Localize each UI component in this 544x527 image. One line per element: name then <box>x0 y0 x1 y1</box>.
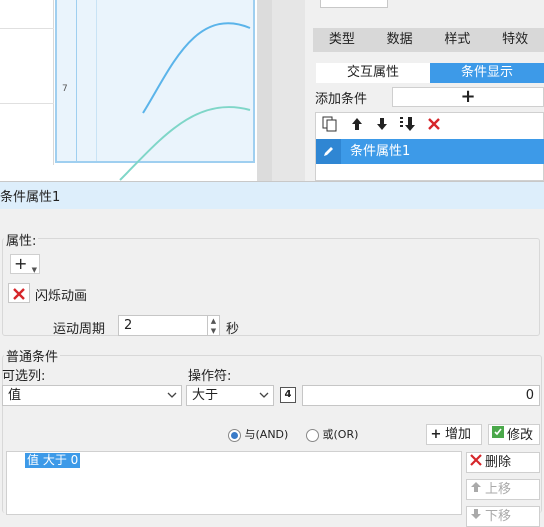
attribute-group-label: 属性: <box>4 230 39 249</box>
move-up-button-label: 上移 <box>485 482 512 497</box>
move-up-button[interactable]: 上移 <box>466 479 540 500</box>
add-condition-button[interactable]: + <box>392 87 544 107</box>
close-icon <box>467 453 485 472</box>
plus-icon: + <box>14 254 28 273</box>
period-input[interactable]: 2 <box>118 315 208 336</box>
delete-icon[interactable] <box>424 116 444 136</box>
dialog-title: 条件属性1 <box>0 190 61 205</box>
delete-button-label: 删除 <box>485 455 512 470</box>
move-down-button[interactable]: 下移 <box>466 506 540 527</box>
effect-subtabs: 交互属性 条件显示 <box>316 63 544 83</box>
operator-select[interactable]: 大于 <box>186 385 274 406</box>
effect-name: 闪烁动画 <box>35 289 88 304</box>
remove-effect-button[interactable] <box>8 283 30 303</box>
radio-or[interactable]: 或(OR) <box>306 427 358 443</box>
chevron-down-icon[interactable] <box>163 386 181 406</box>
copy-icon[interactable] <box>320 116 340 136</box>
subtab-condition-display[interactable]: 条件显示 <box>430 63 544 83</box>
move-down-button-label: 下移 <box>485 509 512 524</box>
column-label: 可选列: <box>2 369 46 384</box>
chart-series-line <box>142 22 251 114</box>
add-attribute-dropdown[interactable]: + ▼ <box>10 254 40 274</box>
operator-label: 操作符: <box>188 369 232 384</box>
subtab-interaction[interactable]: 交互属性 <box>316 63 430 83</box>
radio-and-label: 与(AND) <box>244 428 289 441</box>
plus-icon: + <box>430 427 442 442</box>
parameter-type-badge[interactable]: 4 <box>280 387 296 403</box>
arrow-up-icon[interactable] <box>347 116 367 136</box>
period-unit: 秒 <box>226 322 240 337</box>
delete-button[interactable]: 删除 <box>466 452 540 473</box>
property-tabs: 类型 数据 样式 特效 <box>313 28 544 52</box>
chevron-down-icon[interactable] <box>255 386 273 406</box>
period-label: 运动周期 <box>53 322 106 337</box>
condition-list-item[interactable]: 条件属性1 <box>316 139 544 164</box>
radio-or-label: 或(OR) <box>322 428 359 441</box>
radio-or-indicator[interactable] <box>306 428 319 442</box>
radio-and-indicator[interactable] <box>228 428 241 442</box>
operator-select-value: 大于 <box>192 388 219 403</box>
radio-and[interactable]: 与(AND) <box>228 427 288 443</box>
modify-button[interactable]: 修改 <box>488 424 540 445</box>
panel-input-field[interactable] <box>320 0 388 8</box>
tab-style[interactable]: 样式 <box>429 28 487 52</box>
common-condition-label: 普通条件 <box>4 346 61 365</box>
period-spinner[interactable]: ▲ ▼ <box>207 315 220 336</box>
arrow-down-icon <box>467 507 485 526</box>
dialog-title-bar <box>0 182 544 209</box>
compare-value-input[interactable]: 0 <box>302 385 540 406</box>
column-select[interactable]: 值 <box>2 385 182 406</box>
arrow-up-icon <box>467 480 485 499</box>
move-bottom-icon[interactable] <box>398 116 418 136</box>
condition-list[interactable]: 值 大于 0 <box>6 451 462 515</box>
chevron-down-icon: ▼ <box>31 266 37 274</box>
spin-up-icon[interactable]: ▲ <box>208 316 219 326</box>
add-button[interactable]: + 增加 <box>426 424 482 445</box>
tab-effects[interactable]: 特效 <box>486 28 544 52</box>
list-item[interactable]: 值 大于 0 <box>25 453 81 468</box>
chart-series-line <box>119 106 251 181</box>
tab-data[interactable]: 数据 <box>371 28 429 52</box>
tab-type[interactable]: 类型 <box>313 28 371 52</box>
parameter-type-value: 4 <box>284 389 292 400</box>
add-condition-label: 添加条件 <box>315 92 368 107</box>
arrow-down-icon[interactable] <box>372 116 392 136</box>
edit-icon <box>489 425 507 445</box>
pencil-icon <box>316 139 341 164</box>
spin-down-icon[interactable]: ▼ <box>208 326 219 336</box>
column-select-value: 值 <box>8 388 22 403</box>
modify-button-label: 修改 <box>507 428 534 443</box>
add-button-label: 增加 <box>445 427 472 442</box>
condition-item-label: 条件属性1 <box>350 144 411 159</box>
canvas-scroll-area <box>272 0 305 181</box>
